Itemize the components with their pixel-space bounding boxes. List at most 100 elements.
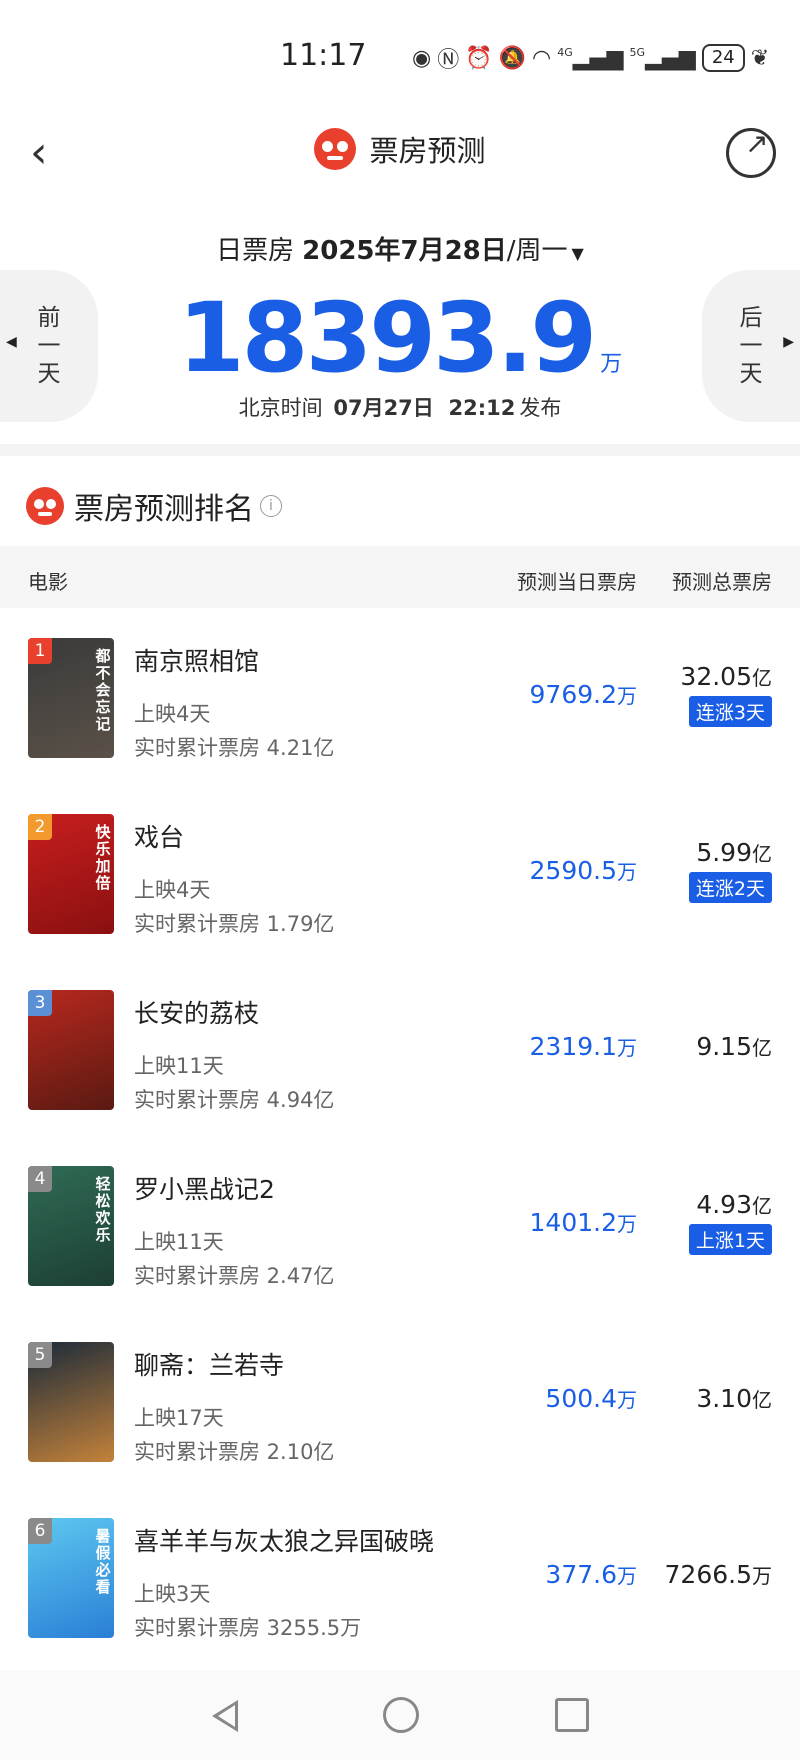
total-forecast-unit: 亿 [752,1036,772,1060]
page-title-wrap: 票房预测 [0,128,800,170]
day-forecast-number: 2590.5 [529,856,617,885]
title-bar: ‹ 票房预测 ↗ [0,110,800,200]
day-forecast-number: 377.6 [545,1560,617,1589]
network-5g-label: 5G [629,45,646,59]
publish-suffix: 发布 [519,396,562,420]
leaf-icon: ❦ [750,45,770,71]
maoyan-cat-logo-icon [314,128,357,170]
info-icon[interactable]: i [260,495,282,517]
total-forecast-unit: 亿 [752,1388,772,1412]
total-forecast-unit: 亿 [752,842,772,866]
total-forecast-unit: 万 [752,1564,772,1588]
rank-badge: 4 [28,1166,52,1192]
total-forecast-value: 7266.5万 [665,1560,772,1589]
date-type-label: 日票房 [216,236,295,266]
total-forecast-number: 4.93 [696,1190,752,1219]
total-forecast-value: 32.05亿 [680,662,772,691]
status-time: 11:17 [280,38,367,73]
page-title: 票房预测 [369,134,486,168]
movie-name: 聊斋：兰若寺 [134,1351,285,1380]
dropdown-caret-icon: ▼ [571,244,584,263]
day-forecast-unit: 万 [617,1564,637,1588]
wifi-icon: ◠ [532,45,552,71]
total-forecast-number: 5.99 [696,838,752,867]
column-header-movie: 电影 [28,570,68,594]
cumulative-box-office: 实时累计票房 3255.5万 [134,1616,362,1640]
nav-home-icon[interactable] [383,1697,419,1733]
total-forecast-number: 32.05 [680,662,752,691]
eye-icon: ◉ [412,45,432,71]
date-value: 2025年7月28日 [302,236,507,266]
movie-poster: 1 都不会忘记 [28,638,114,758]
trend-badge: 连涨2天 [688,872,772,903]
movie-row[interactable]: 1 都不会忘记 南京照相馆 上映4天 实时累计票房 4.21亿 9769.2万 … [0,612,800,788]
rank-badge: 1 [28,638,52,664]
day-forecast-unit: 万 [617,860,637,884]
total-forecast-value: 9.15亿 [696,1032,772,1061]
release-days: 上映11天 [134,1054,224,1078]
day-forecast-value: 377.6万 [545,1560,637,1589]
day-forecast-unit: 万 [617,1388,637,1412]
signal-5g-icon: 5G▂▄▆ [629,45,696,71]
nfc-icon: Ⓝ [437,48,460,73]
movie-poster: 6 暑假必看 [28,1518,114,1638]
share-icon[interactable]: ↗ [726,127,776,178]
ranking-list: 1 都不会忘记 南京照相馆 上映4天 实时累计票房 4.21亿 9769.2万 … [0,612,800,1668]
column-header-day-forecast: 预测当日票房 [517,570,637,594]
day-forecast-number: 500.4 [545,1384,617,1413]
ranking-section-title: 票房预测排名 i [26,484,282,528]
forecast-unit: 万 [600,352,623,377]
rank-badge: 5 [28,1342,52,1368]
table-header: 电影 预测当日票房 预测总票房 [0,546,800,608]
day-forecast-value: 1401.2万 [530,1208,637,1237]
section-divider [0,444,800,456]
status-bar: 11:17 ◉ Ⓝ ⏰ 🔕 ◠ 4G▂▄▆ 5G▂▄▆ 24 ❦ [0,0,800,110]
total-forecast-unit: 亿 [752,1194,772,1218]
day-forecast-number: 2319.1 [529,1032,617,1061]
movie-name: 长安的荔枝 [134,999,260,1028]
movie-poster: 5 [28,1342,114,1462]
cumulative-box-office: 实时累计票房 2.10亿 [134,1440,335,1464]
movie-poster: 4 轻松欢乐 [28,1166,114,1286]
forecast-value: 18393.9 [177,282,597,394]
cumulative-box-office: 实时累计票房 4.94亿 [134,1088,335,1112]
network-4g-label: 4G [557,45,573,59]
day-forecast-value: 9769.2万 [530,680,637,709]
signal-4g-icon: 4G▂▄▆ [557,45,624,71]
cumulative-box-office: 实时累计票房 1.79亿 [134,912,335,936]
movie-name: 喜羊羊与灰太狼之异国破晓 [134,1527,435,1556]
movie-row[interactable]: 5 聊斋：兰若寺 上映17天 实时累计票房 2.10亿 500.4万 3.10亿 [0,1316,800,1492]
forecast-total: 18393.9 万 [0,282,800,394]
ranking-title: 票房预测排名 [74,492,254,527]
movie-row[interactable]: 3 长安的荔枝 上映11天 实时累计票房 4.94亿 2319.1万 9.15亿 [0,964,800,1140]
battery-icon: 24 [701,44,745,72]
total-forecast-value: 4.93亿 [696,1190,772,1219]
publish-time: 22:12 [448,396,516,420]
date-selector[interactable]: 日票房 2025年7月28日/周一 ▼ [0,230,800,267]
day-forecast-unit: 万 [617,1036,637,1060]
rank-badge: 2 [28,814,52,840]
nav-back-icon[interactable] [212,1700,238,1732]
cumulative-box-office: 实时累计票房 4.21亿 [134,736,335,760]
nav-recent-apps-icon[interactable] [555,1698,589,1732]
total-forecast-number: 9.15 [696,1032,752,1061]
poster-text: 轻松欢乐 [95,1175,111,1244]
day-forecast-unit: 万 [617,684,637,708]
total-forecast-number: 3.10 [696,1384,752,1413]
release-days: 上映17天 [134,1406,224,1430]
weekday-label: /周一 [506,236,568,266]
movie-row[interactable]: 6 暑假必看 喜羊羊与灰太狼之异国破晓 上映3天 实时累计票房 3255.5万 … [0,1492,800,1668]
day-forecast-number: 1401.2 [529,1208,617,1237]
total-forecast-unit: 亿 [752,666,772,690]
movie-row[interactable]: 4 轻松欢乐 罗小黑战记2 上映11天 实时累计票房 2.47亿 1401.2万… [0,1140,800,1316]
movie-poster: 2 快乐加倍 [28,814,114,934]
movie-name: 罗小黑战记2 [134,1175,275,1204]
movie-name: 戏台 [134,823,185,852]
alarm-icon: ⏰ [465,45,493,71]
publish-info: 北京时间 07月27日 22:12 发布 [0,392,800,422]
total-forecast-value: 3.10亿 [696,1384,772,1413]
movie-name: 南京照相馆 [134,647,260,676]
movie-row[interactable]: 2 快乐加倍 戏台 上映4天 实时累计票房 1.79亿 2590.5万 5.99… [0,788,800,964]
maoyan-cat-logo-icon [26,487,64,525]
release-days: 上映4天 [134,702,211,726]
